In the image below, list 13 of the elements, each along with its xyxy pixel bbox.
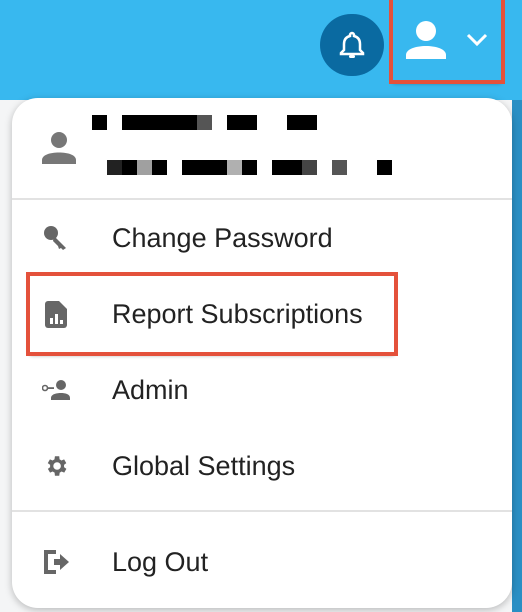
- chevron-down-icon: [466, 33, 488, 47]
- menu-item[interactable]: Log Out: [12, 524, 512, 600]
- bell-icon: [339, 31, 365, 59]
- person-icon: [406, 21, 446, 59]
- logout-icon: [42, 548, 70, 576]
- report-file-icon: [45, 300, 67, 328]
- menu-item[interactable]: Report Subscriptions: [30, 276, 394, 352]
- menu-item[interactable]: Global Settings: [12, 428, 512, 504]
- key-icon: [43, 225, 69, 251]
- menu-item[interactable]: Change Password: [12, 200, 512, 276]
- menu-item[interactable]: Admin: [12, 352, 512, 428]
- key-person-icon: [42, 380, 70, 400]
- person-icon: [42, 132, 76, 164]
